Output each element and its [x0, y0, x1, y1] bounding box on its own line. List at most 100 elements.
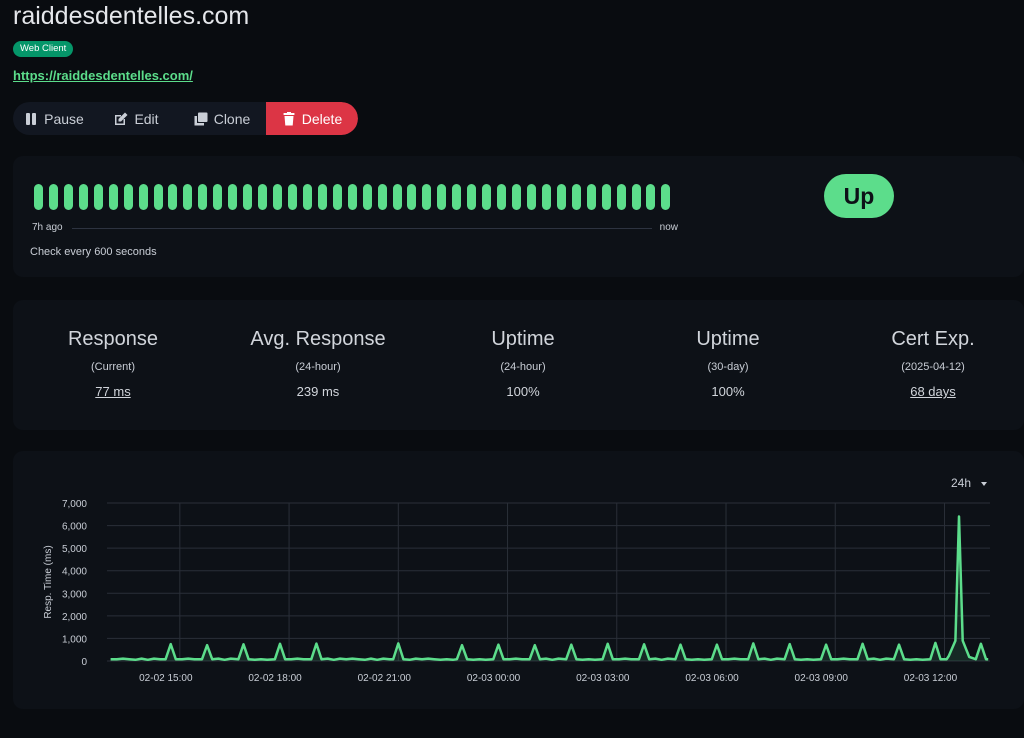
heartbeat-beat[interactable] [392, 184, 402, 210]
heartbeat-beat[interactable] [93, 184, 103, 210]
x-tick-label: 02-02 21:00 [358, 673, 412, 684]
heartbeat-beat[interactable] [317, 184, 327, 210]
heartbeat-beat[interactable] [228, 184, 238, 210]
monitor-tag: Web Client [13, 41, 74, 57]
heartbeat-beat[interactable] [198, 184, 208, 210]
stat-response: Response (Current) 77 ms [13, 328, 213, 399]
delete-label: Delete [301, 110, 343, 127]
stat-subtitle: (Current) [90, 361, 135, 373]
stats-card: Response (Current) 77 ms Avg. Response (… [13, 300, 1024, 430]
heartbeat-card: 7h ago now Check every 600 seconds Up [13, 156, 1024, 277]
y-tick-label: 1,000 [62, 634, 87, 645]
heartbeat-beat[interactable] [616, 184, 626, 210]
stat-title: Cert Exp. [891, 328, 975, 350]
monitor-title: raiddesdentelles.com [13, 2, 250, 30]
y-tick-label: 0 [81, 657, 87, 668]
heartbeat-beat[interactable] [646, 184, 656, 210]
heartbeat-beat[interactable] [153, 184, 163, 210]
heartbeat-beat[interactable] [243, 184, 253, 210]
heartbeat-beat[interactable] [287, 184, 297, 210]
stat-title: Response [67, 328, 159, 350]
heartbeat-timeline: 7h ago now [32, 222, 678, 236]
check-interval-text: Check every 600 seconds [30, 246, 157, 258]
heartbeat-beat[interactable] [586, 184, 596, 210]
heartbeat-beat[interactable] [526, 184, 536, 210]
heartbeat-beat[interactable] [556, 184, 566, 210]
heartbeat-beat[interactable] [63, 184, 73, 210]
heartbeat-beat[interactable] [213, 184, 223, 210]
heartbeat-beat[interactable] [108, 184, 118, 210]
series-area [110, 516, 989, 661]
response-time-chart: 0 1,000 2,000 3,000 4,000 5,000 6,000 7,000 02-0… [43, 499, 990, 684]
clone-icon [194, 112, 208, 125]
heartbeat-beat[interactable] [601, 184, 611, 210]
timeline-start-label: 7h ago [32, 222, 63, 233]
y-tick-label: 2,000 [62, 612, 87, 623]
heartbeat-beat[interactable] [661, 184, 671, 210]
stat-uptime-30d: Uptime (30-day) 100% [628, 328, 828, 399]
heartbeat-beat[interactable] [168, 184, 178, 210]
heartbeat-beat[interactable] [571, 184, 581, 210]
pause-button[interactable]: Pause [13, 102, 95, 135]
stat-subtitle: (24-hour) [295, 361, 341, 373]
heartbeat-beat[interactable] [422, 184, 432, 210]
clone-button[interactable]: Clone [178, 102, 266, 135]
heartbeat-beat[interactable] [332, 184, 342, 210]
edit-button[interactable]: Edit [95, 102, 178, 135]
heartbeat-beat[interactable] [273, 184, 282, 210]
stat-value-link[interactable]: 68 days [833, 384, 1024, 399]
heartbeat-beat[interactable] [407, 184, 417, 210]
stat-uptime-24h: Uptime (24-hour) 100% [423, 328, 623, 399]
y-tick-label: 6,000 [62, 522, 87, 533]
stat-value: 239 ms [296, 384, 340, 399]
x-tick-label: 02-03 06:00 [685, 673, 739, 684]
stat-subtitle: (24-hour) [500, 361, 546, 373]
heartbeat-beat[interactable] [48, 184, 58, 210]
timeline-divider [72, 228, 652, 229]
status-badge: Up [824, 174, 894, 218]
heartbeat-beat[interactable] [512, 184, 521, 210]
heartbeat-beat[interactable] [437, 184, 447, 210]
y-tick-label: 4,000 [62, 567, 87, 578]
heartbeat-beat[interactable] [302, 184, 312, 210]
stat-cert-expiry: Cert Exp. (2025-04-12) 68 days [833, 328, 1024, 399]
timeline-end-label: now [659, 222, 678, 233]
heartbeat-beat[interactable] [541, 184, 551, 210]
action-button-group: Pause Edit Clone Delete [13, 102, 358, 135]
x-tick-label: 02-03 12:00 [904, 673, 958, 684]
heartbeat-beat[interactable] [467, 184, 477, 210]
x-tick-label: 02-03 03:00 [576, 673, 630, 684]
delete-button[interactable]: Delete [266, 102, 358, 135]
y-tick-label: 3,000 [62, 589, 87, 600]
clone-label: Clone [213, 110, 251, 127]
stat-avg-response: Avg. Response (24-hour) 239 ms [218, 328, 418, 399]
heartbeat-beat[interactable] [78, 184, 88, 210]
heartbeat-beat[interactable] [258, 184, 268, 210]
y-tick-label: 7,000 [62, 499, 87, 510]
heartbeat-beat[interactable] [183, 184, 193, 210]
x-tick-label: 02-02 15:00 [139, 673, 193, 684]
heartbeat-beat[interactable] [377, 184, 387, 210]
heartbeat-beat[interactable] [34, 184, 43, 210]
stat-value: 100% [506, 384, 540, 399]
heartbeat-beat[interactable] [497, 184, 507, 210]
edit-label: Edit [134, 110, 159, 127]
heartbeat-beat[interactable] [123, 184, 133, 210]
heartbeat-beat[interactable] [362, 184, 372, 210]
pause-label: Pause [44, 110, 84, 127]
trash-icon [283, 111, 295, 125]
y-tick-label: 5,000 [62, 544, 87, 555]
stat-title: Avg. Response [250, 328, 386, 350]
pause-icon [26, 112, 37, 125]
heartbeat-bar [34, 184, 671, 210]
stat-value: 100% [711, 384, 745, 399]
stat-title: Uptime [491, 328, 555, 350]
heartbeat-beat[interactable] [347, 184, 357, 210]
heartbeat-beat[interactable] [631, 184, 641, 210]
stat-value-link[interactable]: 77 ms [13, 384, 213, 399]
monitor-url-link[interactable]: https://raiddesdentelles.com/ [13, 68, 193, 83]
heartbeat-beat[interactable] [452, 184, 462, 210]
heartbeat-beat[interactable] [138, 184, 148, 210]
heartbeat-beat[interactable] [482, 184, 492, 210]
x-tick-label: 02-03 09:00 [795, 673, 849, 684]
